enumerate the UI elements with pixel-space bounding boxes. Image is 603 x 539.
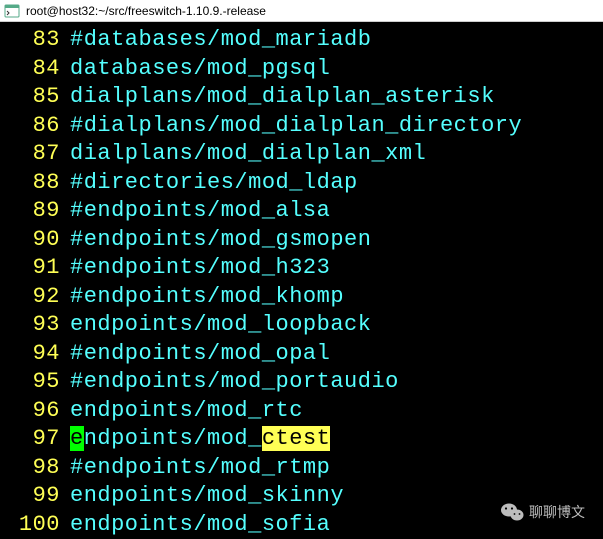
watermark: 聊聊博文 [499, 501, 585, 523]
line-content: #endpoints/mod_gsmopen [70, 226, 371, 255]
line-content: #directories/mod_ldap [70, 169, 358, 198]
editor-line: 88 #directories/mod_ldap [8, 169, 603, 198]
line-number: 96 [8, 397, 60, 426]
window-title: root@host32:~/src/freeswitch-1.10.9.-rel… [26, 4, 266, 18]
line-number: 97 [8, 425, 60, 454]
line-content: endpoints/mod_skinny [70, 482, 344, 511]
line-content: databases/mod_pgsql [70, 55, 330, 84]
editor-line: 95 #endpoints/mod_portaudio [8, 368, 603, 397]
line-content: endpoints/mod_rtc [70, 397, 303, 426]
line-number: 92 [8, 283, 60, 312]
editor-line: 85 dialplans/mod_dialplan_asterisk [8, 83, 603, 112]
editor-line: 94 #endpoints/mod_opal [8, 340, 603, 369]
line-number: 95 [8, 368, 60, 397]
line-number: 85 [8, 83, 60, 112]
editor-line: 89 #endpoints/mod_alsa [8, 197, 603, 226]
editor-line: 92 #endpoints/mod_khomp [8, 283, 603, 312]
editor-line: 84 databases/mod_pgsql [8, 55, 603, 84]
line-content: endpoints/mod_sofia [70, 511, 330, 539]
line-content: #endpoints/mod_khomp [70, 283, 344, 312]
editor-line: 87 dialplans/mod_dialplan_xml [8, 140, 603, 169]
editor-line: 96 endpoints/mod_rtc [8, 397, 603, 426]
line-number: 88 [8, 169, 60, 198]
line-number: 89 [8, 197, 60, 226]
editor-line: 97 endpoints/mod_ctest [8, 425, 603, 454]
editor-line: 90 #endpoints/mod_gsmopen [8, 226, 603, 255]
line-number: 86 [8, 112, 60, 141]
line-number: 91 [8, 254, 60, 283]
line-content: endpoints/mod_ctest [70, 425, 330, 454]
line-number: 93 [8, 311, 60, 340]
line-number: 83 [8, 26, 60, 55]
editor-line: 91 #endpoints/mod_h323 [8, 254, 603, 283]
wechat-icon [499, 501, 525, 523]
line-content: #endpoints/mod_h323 [70, 254, 330, 283]
line-content: #endpoints/mod_alsa [70, 197, 330, 226]
line-content: #databases/mod_mariadb [70, 26, 371, 55]
line-content: #endpoints/mod_opal [70, 340, 330, 369]
line-number: 90 [8, 226, 60, 255]
line-content: #endpoints/mod_portaudio [70, 368, 399, 397]
line-content: dialplans/mod_dialplan_xml [70, 140, 426, 169]
terminal-icon [4, 3, 20, 19]
line-content: endpoints/mod_loopback [70, 311, 371, 340]
line-content: dialplans/mod_dialplan_asterisk [70, 83, 495, 112]
line-number: 87 [8, 140, 60, 169]
line-number: 100 [8, 511, 60, 539]
editor-line: 86 #dialplans/mod_dialplan_directory [8, 112, 603, 141]
editor-line: 83 #databases/mod_mariadb [8, 26, 603, 55]
cursor: e [70, 426, 84, 451]
editor-area[interactable]: 83 #databases/mod_mariadb 84 databases/mod… [0, 22, 603, 539]
line-number: 94 [8, 340, 60, 369]
editor-line: 98 #endpoints/mod_rtmp [8, 454, 603, 483]
window-titlebar: root@host32:~/src/freeswitch-1.10.9.-rel… [0, 0, 603, 22]
line-content: #endpoints/mod_rtmp [70, 454, 330, 483]
line-number: 98 [8, 454, 60, 483]
line-number: 99 [8, 482, 60, 511]
line-segment: ndpoints/mod_ [84, 426, 262, 451]
search-highlight: ctest [262, 426, 331, 451]
watermark-text: 聊聊博文 [529, 502, 585, 522]
line-number: 84 [8, 55, 60, 84]
line-content: #dialplans/mod_dialplan_directory [70, 112, 522, 141]
editor-line: 93 endpoints/mod_loopback [8, 311, 603, 340]
